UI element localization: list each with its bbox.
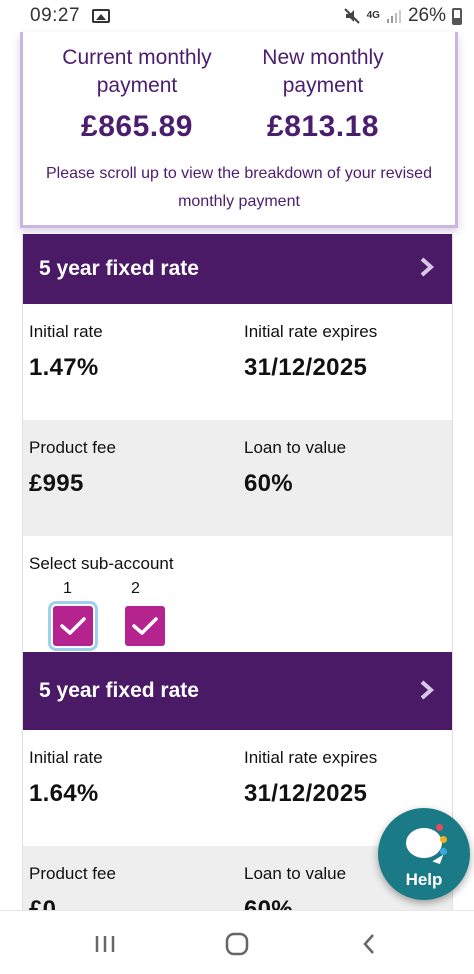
current-payment: Current monthly payment £865.89 xyxy=(37,44,237,144)
help-label: Help xyxy=(405,870,443,889)
account-title: 5 year fixed rate xyxy=(39,679,199,702)
current-payment-label: Current monthly payment xyxy=(62,46,212,97)
battery-percent: 26% xyxy=(407,5,446,26)
initial-rate-value: 1.64% xyxy=(29,780,99,807)
payment-summary: Current monthly payment £865.89 New mont… xyxy=(20,32,458,228)
new-payment-label: New monthly payment xyxy=(262,46,384,97)
rate-expires: Initial rate expires 31/12/2025 xyxy=(244,748,377,808)
loan-to-value: Loan to value 60% xyxy=(244,438,346,498)
help-dot-blue xyxy=(440,848,447,855)
account-header[interactable]: 5 year fixed rate xyxy=(23,652,452,730)
rate-row: Initial rate 1.47% Initial rate expires … xyxy=(23,304,452,420)
sub-account-checkbox-1[interactable] xyxy=(48,601,98,651)
image-icon xyxy=(92,9,111,23)
account-header[interactable]: 5 year fixed rate xyxy=(23,234,452,304)
help-dot-red xyxy=(436,824,443,831)
sub-account-number-2: 2 xyxy=(131,580,140,597)
sub-account-number-1: 1 xyxy=(63,580,72,597)
scroll-note: Please scroll up to view the breakdown o… xyxy=(46,165,432,210)
rate-expires: Initial rate expires 31/12/2025 xyxy=(244,322,377,382)
rate-expires-value: 31/12/2025 xyxy=(244,354,368,381)
product-fee-value: £995 xyxy=(29,470,84,497)
loan-to-value-label: Loan to value xyxy=(244,438,347,457)
sub-account-checkbox-2[interactable] xyxy=(125,606,165,646)
rate-expires-value: 31/12/2025 xyxy=(244,780,368,807)
loan-to-value-label: Loan to value xyxy=(244,864,347,883)
initial-rate-value: 1.47% xyxy=(29,354,99,381)
help-button[interactable]: Help xyxy=(378,808,470,900)
home-button[interactable] xyxy=(222,931,252,957)
chevron-right-icon[interactable] xyxy=(420,257,434,277)
initial-rate: Initial rate 1.47% xyxy=(29,322,103,382)
status-icons: 4G 26% xyxy=(343,5,462,27)
chat-bubble-icon xyxy=(406,828,442,858)
sub-account-selector: Select sub-account 1 2 xyxy=(23,536,452,652)
sub-account-label: Select sub-account xyxy=(29,554,174,573)
home-icon xyxy=(225,932,249,956)
rate-expires-label: Initial rate expires xyxy=(244,748,378,767)
network-type: 4G xyxy=(366,10,380,21)
checkmark-icon xyxy=(132,617,158,635)
account-card: 5 year fixed rate Initial rate 1.47% Ini… xyxy=(22,234,453,652)
new-payment: New monthly payment £813.18 xyxy=(223,44,423,144)
system-nav-bar xyxy=(0,910,474,974)
status-bar: 09:27 4G 26% xyxy=(0,0,474,32)
initial-rate-label: Initial rate xyxy=(29,748,103,767)
recent-apps-icon xyxy=(95,936,115,952)
mute-icon xyxy=(343,8,360,24)
signal-icon xyxy=(386,10,401,23)
product-fee: Product fee £995 xyxy=(29,438,116,498)
product-fee-label: Product fee xyxy=(29,864,116,883)
status-time: 09:27 xyxy=(30,5,81,26)
battery-icon xyxy=(452,7,462,25)
chevron-right-icon[interactable] xyxy=(420,680,434,700)
product-fee-label: Product fee xyxy=(29,438,116,457)
account-title: 5 year fixed rate xyxy=(39,257,199,280)
recent-apps-button[interactable] xyxy=(90,931,120,957)
fee-row: Product fee £995 Loan to value 60% xyxy=(23,420,452,536)
initial-rate-label: Initial rate xyxy=(29,322,103,341)
loan-to-value-value: 60% xyxy=(244,470,293,497)
help-dot-yellow xyxy=(440,836,447,843)
current-payment-value: £865.89 xyxy=(81,110,193,143)
rate-expires-label: Initial rate expires xyxy=(244,322,378,341)
initial-rate: Initial rate 1.64% xyxy=(29,748,103,808)
back-icon xyxy=(363,934,374,954)
back-button[interactable] xyxy=(354,931,384,957)
checkmark-icon xyxy=(60,617,86,635)
new-payment-value: £813.18 xyxy=(267,110,379,143)
